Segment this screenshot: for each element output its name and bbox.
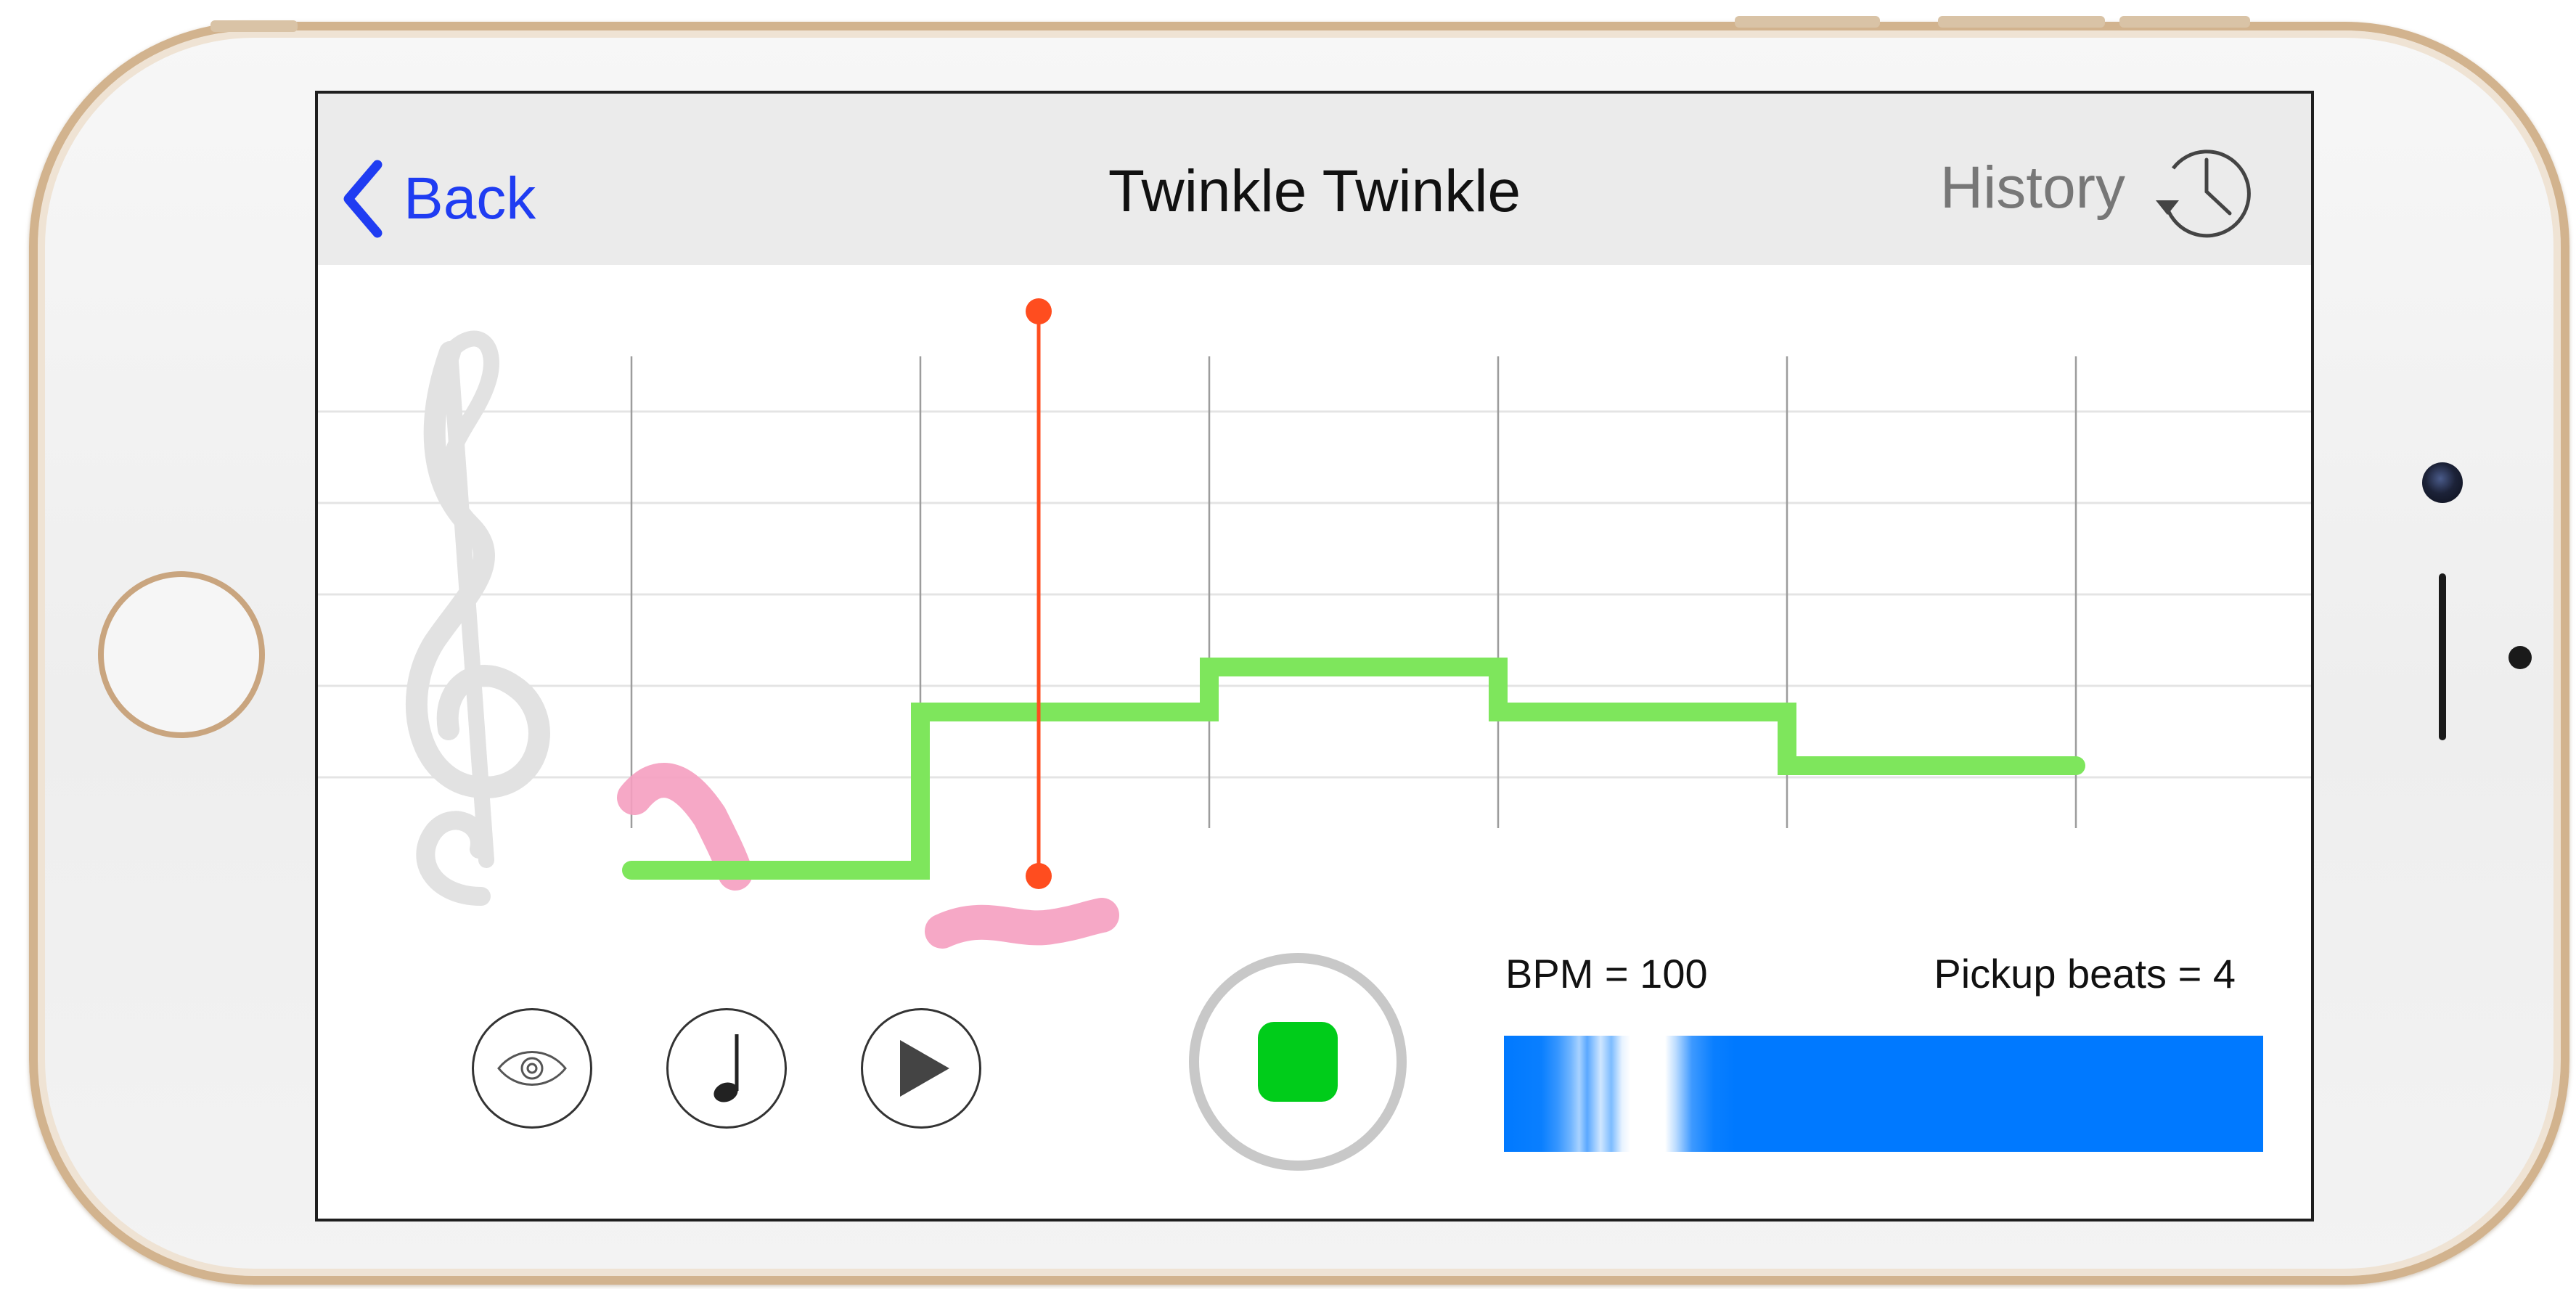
navigation-bar: Back Twinkle Twinkle History <box>318 94 2311 265</box>
audio-level-meter <box>1504 1036 2263 1152</box>
volume-button <box>1938 16 2105 28</box>
bpm-label[interactable]: BPM = 100 <box>1505 950 1708 997</box>
sung-pitch-trace <box>617 763 1119 949</box>
eye-icon <box>497 1051 567 1086</box>
speaker-grille <box>2439 573 2446 740</box>
treble-clef-icon <box>405 330 550 906</box>
proximity-sensor <box>2508 646 2532 669</box>
mute-switch <box>210 20 298 32</box>
power-button <box>2119 16 2250 28</box>
play-icon <box>900 1040 949 1097</box>
home-button[interactable] <box>98 571 265 738</box>
pickup-beats-label[interactable]: Pickup beats = 4 <box>1934 950 2236 997</box>
target-melody-line <box>622 658 2085 880</box>
stop-icon <box>1258 1022 1338 1102</box>
pitch-staff <box>318 298 2311 949</box>
note-button[interactable] <box>666 1008 787 1129</box>
history-icon <box>2156 150 2251 238</box>
view-toggle-button[interactable] <box>472 1008 592 1129</box>
staff-lines <box>318 410 2311 779</box>
history-button[interactable]: History <box>1940 137 2254 239</box>
quarter-note-icon <box>713 1034 739 1102</box>
volume-button <box>1735 16 1880 28</box>
app-screen: Back Twinkle Twinkle History BPM = 100 P… <box>315 91 2314 1222</box>
history-label: History <box>1939 155 2125 221</box>
front-camera <box>2422 462 2463 503</box>
audio-level-highlight <box>1504 1036 1772 1152</box>
record-stop-button[interactable] <box>1189 953 1407 1171</box>
play-button[interactable] <box>861 1008 981 1129</box>
